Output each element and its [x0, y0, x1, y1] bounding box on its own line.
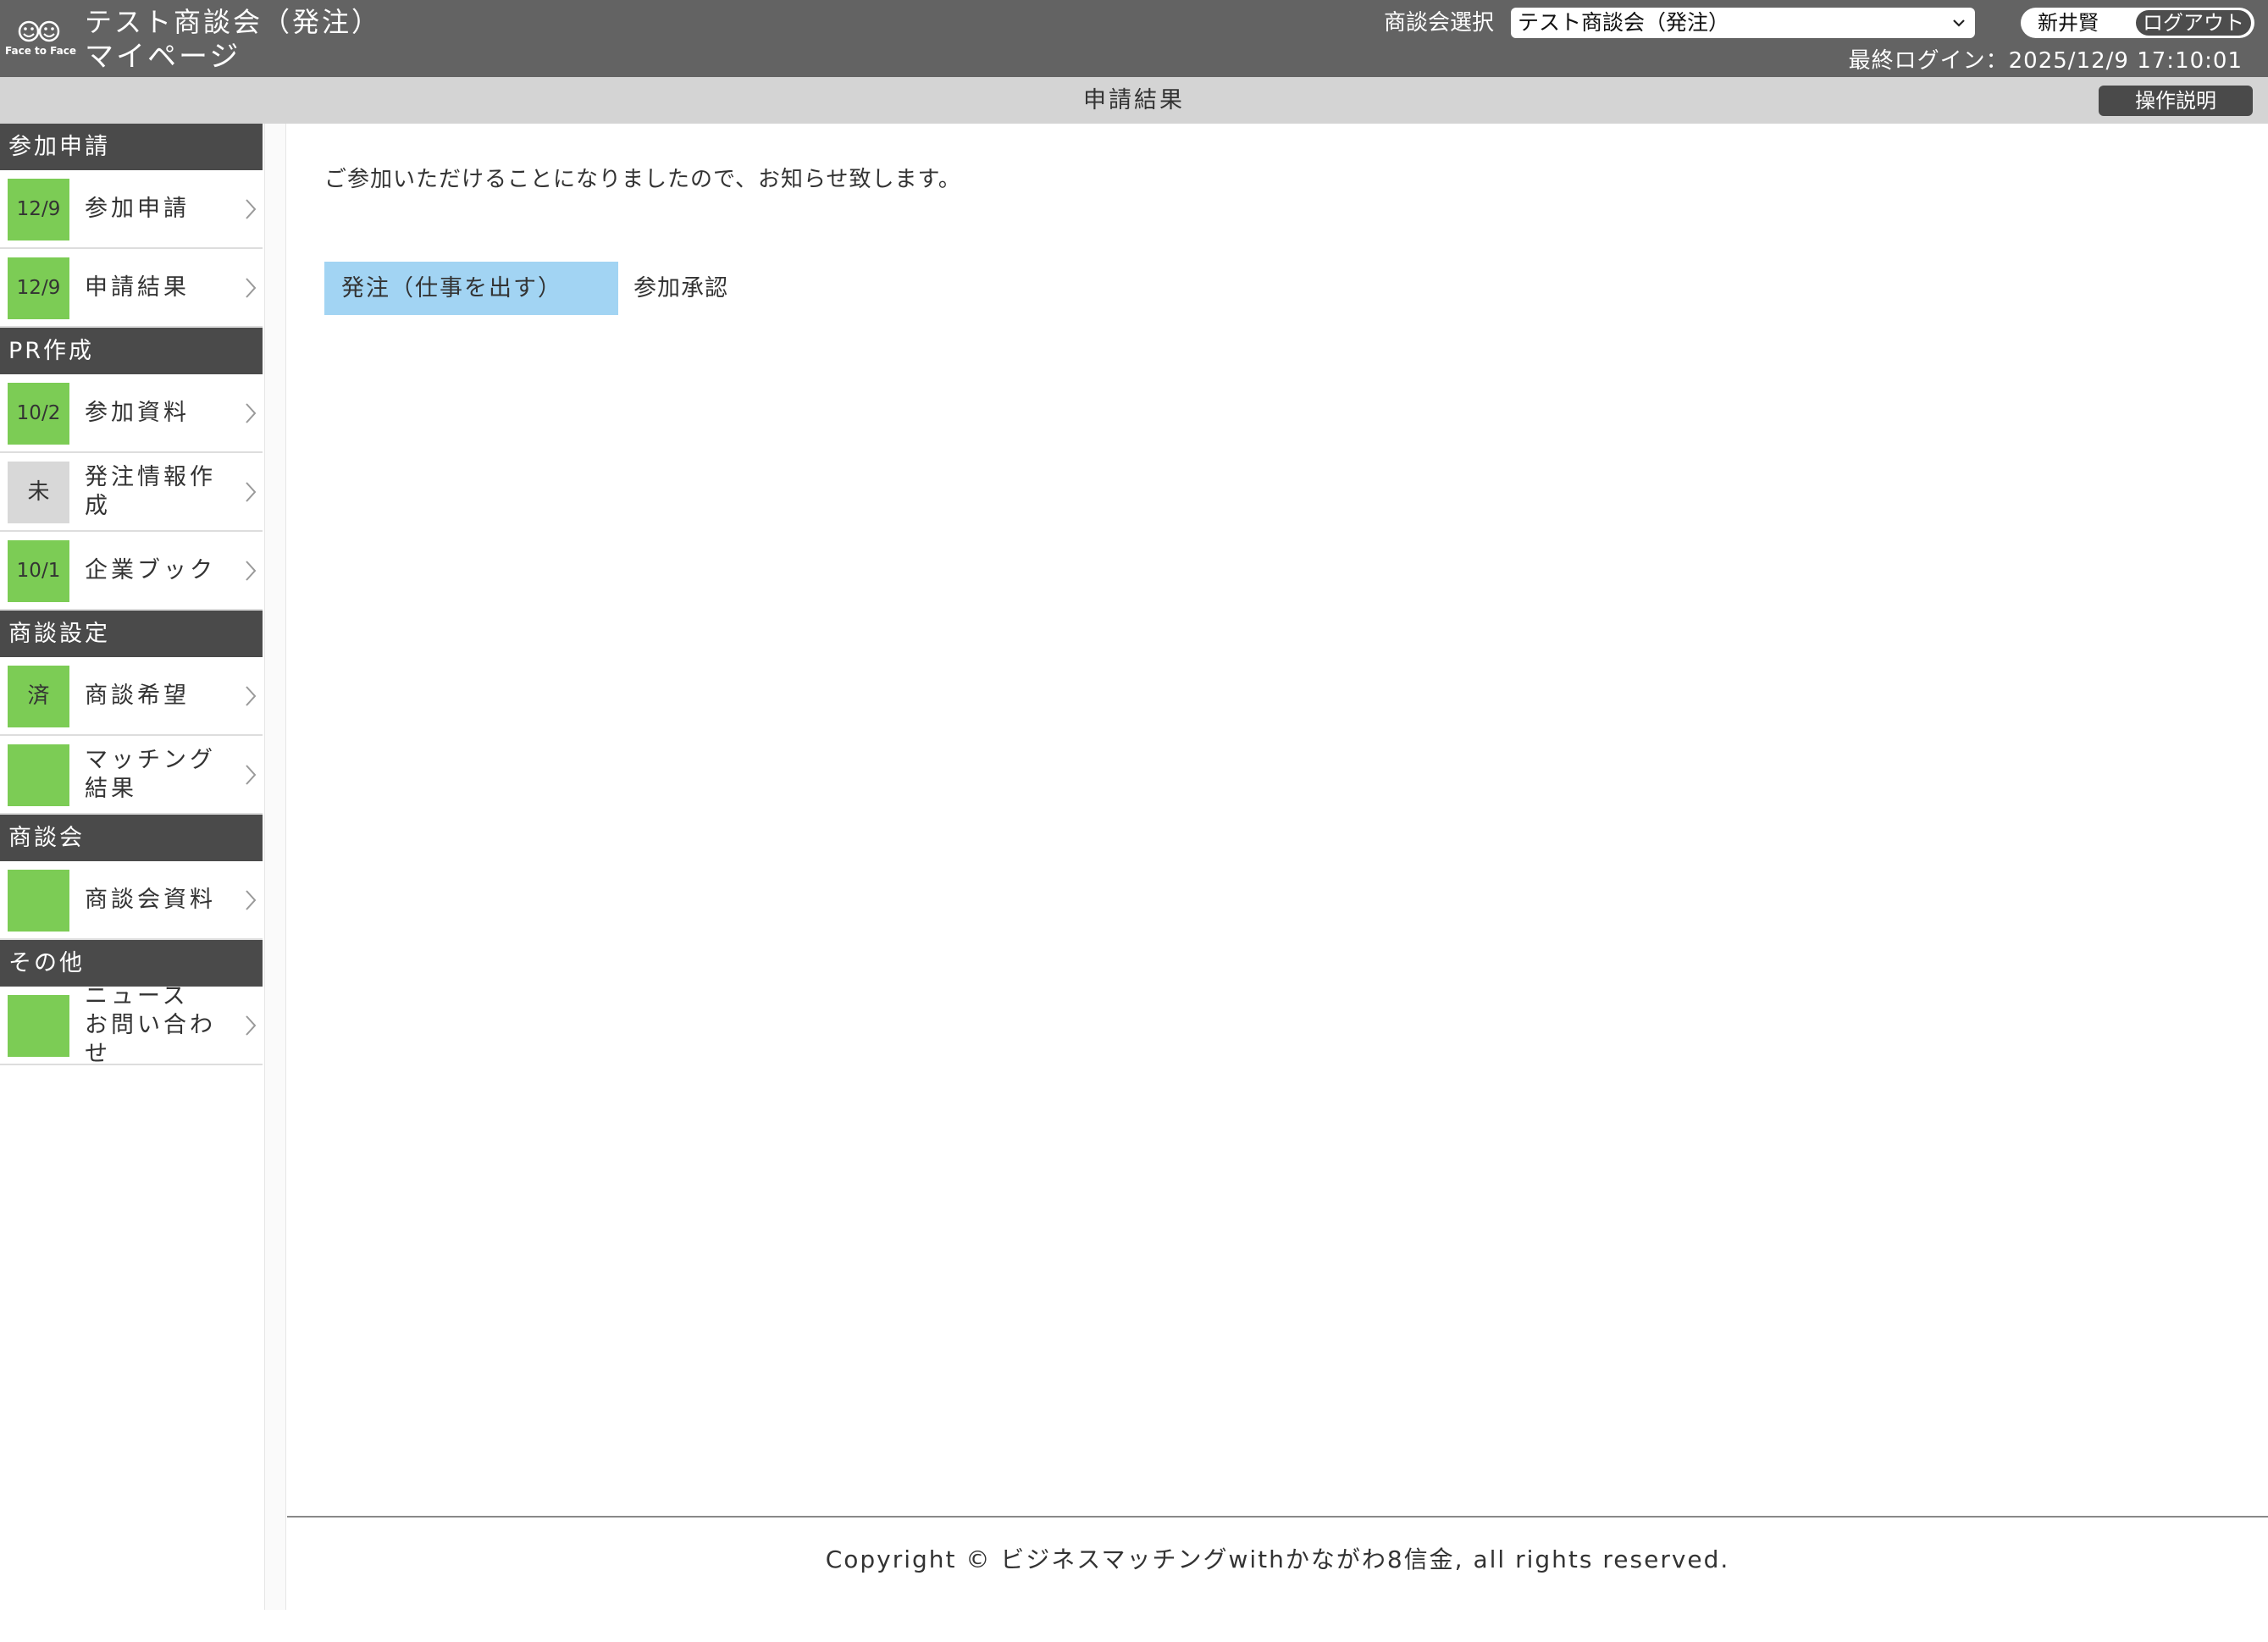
sidebar-item-label: マッチング 結果: [85, 746, 216, 802]
sidebar-item-label: 申請結果: [85, 274, 190, 301]
chevron-right-icon: [246, 686, 257, 706]
sidebar-item-label: 商談希望: [85, 682, 190, 709]
sidebar-item-label: 企業ブック: [85, 556, 216, 583]
chevron-right-icon: [246, 403, 257, 423]
copyright-text: Copyright © ビジネスマッチングwithかながわ8信金, all ri…: [825, 1545, 1730, 1573]
status-badge: 10/2: [8, 383, 69, 445]
sidebar-item-meeting-request[interactable]: 済 商談希望: [0, 657, 263, 736]
status-badge: [8, 870, 69, 932]
logout-button[interactable]: ログアウト: [2136, 10, 2251, 36]
sidebar: 参加申請 12/9 参加申請 12/9 申請結果 PR作成 10/2 参加資料 …: [0, 124, 264, 1610]
last-login: 最終ログイン：2025/12/9 17:10:01: [1848, 48, 2243, 74]
result-notice: ご参加いただけることになりましたので、お知らせ致します。: [324, 167, 961, 192]
session-select-label: 商談会選択: [1384, 10, 1495, 36]
chevron-right-icon: [246, 278, 257, 298]
title-block: テスト商談会（発注） マイページ: [85, 5, 381, 75]
sidebar-section-meeting: 商談会: [0, 815, 263, 861]
user-name: 新井賢: [2038, 11, 2099, 35]
approval-status: 参加承認: [633, 275, 728, 301]
sidebar-section-meeting-settings: 商談設定: [0, 611, 263, 657]
session-select[interactable]: テスト商談会（発注）: [1511, 8, 1975, 38]
order-type-label: 発注（仕事を出す）: [324, 262, 618, 315]
sidebar-section-pr: PR作成: [0, 328, 263, 374]
chevron-right-icon: [246, 890, 257, 910]
status-badge: 12/9: [8, 257, 69, 319]
status-badge: [8, 744, 69, 806]
sidebar-item-news-contact[interactable]: ニュース お問い合わせ: [0, 982, 263, 1067]
status-badge: 10/1: [8, 540, 69, 602]
face-to-face-logo-icon: [18, 20, 60, 42]
sidebar-item-order-info[interactable]: 未 発注情報作成: [0, 453, 263, 532]
status-badge: 未: [8, 462, 69, 523]
logo-text: Face to Face: [5, 45, 77, 57]
chevron-right-icon: [246, 1015, 257, 1036]
help-button[interactable]: 操作説明: [2099, 86, 2253, 116]
footer: Copyright © ビジネスマッチングwithかながわ8信金, all ri…: [287, 1516, 2268, 1609]
sidebar-divider: [264, 124, 286, 1610]
session-select-value: テスト商談会（発注）: [1518, 10, 1730, 35]
chevron-right-icon: [246, 561, 257, 581]
status-badge: 12/9: [8, 179, 69, 240]
sidebar-item-label: 発注情報作成: [85, 463, 216, 519]
status-badge: [8, 995, 69, 1057]
sidebar-item-application-result[interactable]: 12/9 申請結果: [0, 249, 263, 328]
status-badge: 済: [8, 666, 69, 727]
sidebar-item-label: 参加資料: [85, 399, 190, 426]
sidebar-item-label: 参加申請: [85, 195, 190, 222]
subheader: 申請結果 操作説明: [0, 77, 2268, 124]
app-title: テスト商談会（発注）: [85, 6, 382, 38]
chevron-right-icon: [246, 199, 257, 219]
top-header: Face to Face テスト商談会（発注） マイページ 商談会選択 テスト商…: [0, 0, 2268, 77]
sidebar-item-materials[interactable]: 10/2 参加資料: [0, 374, 263, 453]
chevron-right-icon: [246, 482, 257, 502]
sidebar-item-matching-result[interactable]: マッチング 結果: [0, 736, 263, 815]
app-subtitle: マイページ: [85, 40, 241, 74]
sidebar-item-label: 商談会資料: [85, 886, 216, 913]
chevron-down-icon: [1953, 19, 1965, 27]
user-pill: 新井賢 ログアウト: [2021, 8, 2254, 38]
sidebar-section-other: その他: [0, 940, 263, 987]
page-title: 申請結果: [1083, 87, 1185, 113]
sidebar-item-meeting-materials[interactable]: 商談会資料: [0, 861, 263, 940]
chevron-right-icon: [246, 765, 257, 785]
sidebar-item-apply[interactable]: 12/9 参加申請: [0, 170, 263, 249]
sidebar-item-label: ニュース お問い合わせ: [85, 982, 216, 1067]
sidebar-item-company-book[interactable]: 10/1 企業ブック: [0, 532, 263, 611]
sidebar-section-application: 参加申請: [0, 124, 263, 170]
face-to-face-logo[interactable]: Face to Face: [5, 17, 77, 59]
